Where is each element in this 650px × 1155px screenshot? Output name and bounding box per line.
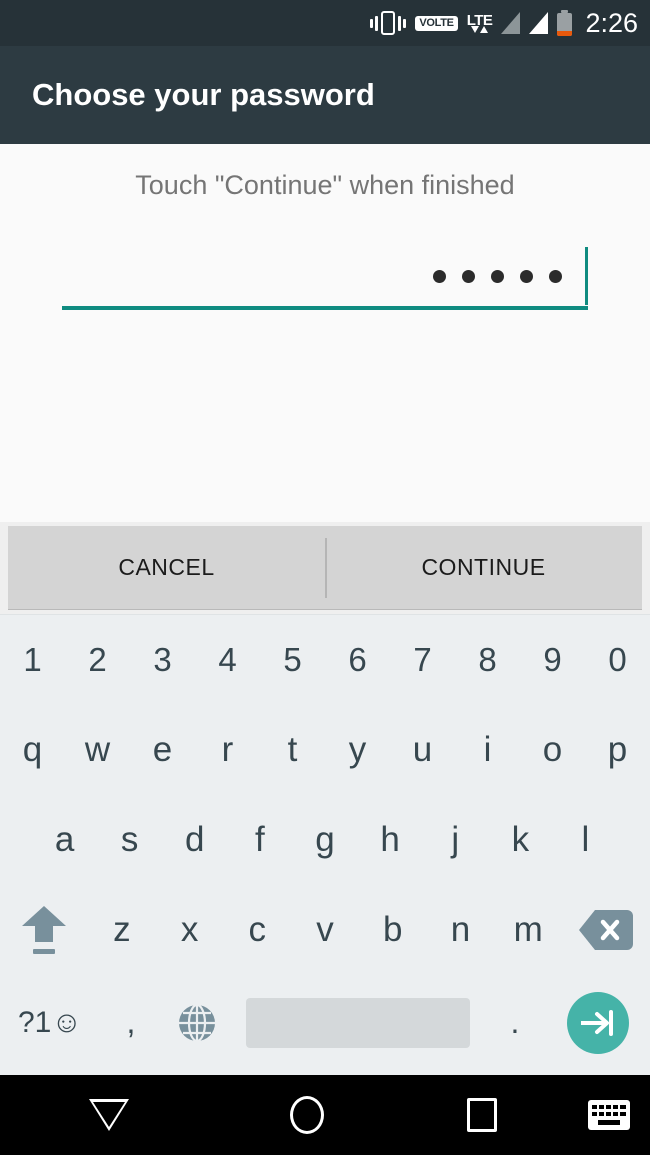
key-v[interactable]: v xyxy=(291,885,359,975)
key-7[interactable]: 7 xyxy=(390,615,455,705)
action-bar: CANCEL CONTINUE xyxy=(0,522,650,614)
comma-key[interactable]: , xyxy=(100,975,162,1070)
key-0[interactable]: 0 xyxy=(585,615,650,705)
keyboard-row-bottom: ?1☺ , . xyxy=(0,975,650,1070)
key-p[interactable]: p xyxy=(585,705,650,795)
key-5[interactable]: 5 xyxy=(260,615,325,705)
back-icon xyxy=(88,1099,129,1131)
lte-icon: LTE xyxy=(467,13,493,33)
key-a[interactable]: a xyxy=(32,795,97,885)
data-arrows-icon xyxy=(471,26,489,33)
key-l[interactable]: l xyxy=(553,795,618,885)
symbols-key[interactable]: ?1☺ xyxy=(0,975,100,1070)
key-n[interactable]: n xyxy=(427,885,495,975)
key-q[interactable]: q xyxy=(0,705,65,795)
key-d[interactable]: d xyxy=(162,795,227,885)
keyboard-icon xyxy=(587,1100,630,1130)
key-1[interactable]: 1 xyxy=(0,615,65,705)
language-key[interactable] xyxy=(162,975,232,1070)
password-dot xyxy=(491,269,504,283)
key-f[interactable]: f xyxy=(227,795,292,885)
home-icon xyxy=(290,1096,324,1134)
system-navigation-bar xyxy=(0,1075,650,1155)
app-header: Choose your password xyxy=(0,46,650,144)
password-dot xyxy=(520,269,533,283)
keyboard-row-zxcv: z x c v b n m xyxy=(0,885,650,975)
shift-icon xyxy=(22,906,66,942)
content-area: Touch "Continue" when finished xyxy=(0,144,650,522)
password-dot xyxy=(433,269,446,283)
key-c[interactable]: c xyxy=(223,885,291,975)
key-8[interactable]: 8 xyxy=(455,615,520,705)
globe-icon xyxy=(179,1003,215,1042)
input-underline xyxy=(62,306,588,310)
shift-key[interactable] xyxy=(0,885,88,975)
key-2[interactable]: 2 xyxy=(65,615,130,705)
button-divider xyxy=(325,538,327,598)
key-r[interactable]: r xyxy=(195,705,260,795)
space-bar xyxy=(246,997,470,1048)
space-key[interactable] xyxy=(232,975,484,1070)
phone-screen: VOLTE LTE 2:26 Choose your password Touc… xyxy=(0,0,650,1155)
key-6[interactable]: 6 xyxy=(325,615,390,705)
password-masked-dots xyxy=(433,247,588,305)
shift-underline xyxy=(33,949,55,954)
signal-icon-sim2 xyxy=(529,12,549,34)
period-key[interactable]: . xyxy=(484,975,546,1070)
instruction-text: Touch "Continue" when finished xyxy=(135,170,515,200)
enter-next-icon xyxy=(581,1009,613,1036)
key-y[interactable]: y xyxy=(325,705,390,795)
key-b[interactable]: b xyxy=(359,885,427,975)
backspace-key[interactable] xyxy=(562,885,650,975)
nav-recents-button[interactable] xyxy=(397,1075,567,1155)
key-g[interactable]: g xyxy=(292,795,357,885)
vibrate-icon xyxy=(370,11,407,35)
nav-back-button[interactable] xyxy=(0,1075,217,1155)
nav-home-button[interactable] xyxy=(217,1075,397,1155)
password-input[interactable] xyxy=(62,240,588,310)
key-s[interactable]: s xyxy=(97,795,162,885)
key-z[interactable]: z xyxy=(88,885,156,975)
page-title: Choose your password xyxy=(32,77,375,112)
battery-icon xyxy=(557,10,573,36)
key-i[interactable]: i xyxy=(455,705,520,795)
key-u[interactable]: u xyxy=(390,705,455,795)
key-4[interactable]: 4 xyxy=(195,615,260,705)
recents-icon xyxy=(467,1098,497,1132)
key-j[interactable]: j xyxy=(423,795,488,885)
nav-keyboard-button[interactable] xyxy=(567,1075,650,1155)
on-screen-keyboard: 1 2 3 4 5 6 7 8 9 0 q w e r t y u i o p … xyxy=(0,614,650,1075)
password-dot xyxy=(549,269,562,283)
password-dot xyxy=(462,269,475,283)
volte-icon: VOLTE xyxy=(415,15,458,31)
keyboard-row-qwerty: q w e r t y u i o p xyxy=(0,705,650,795)
key-e[interactable]: e xyxy=(130,705,195,795)
key-t[interactable]: t xyxy=(260,705,325,795)
key-k[interactable]: k xyxy=(488,795,553,885)
key-9[interactable]: 9 xyxy=(520,615,585,705)
enter-key[interactable] xyxy=(546,975,650,1070)
status-bar-clock: 2:26 xyxy=(585,7,638,38)
cancel-button[interactable]: CANCEL xyxy=(8,526,325,610)
keyboard-row-asdf: a s d f g h j k l xyxy=(0,795,650,885)
status-bar: VOLTE LTE 2:26 xyxy=(0,0,650,46)
continue-button[interactable]: CONTINUE xyxy=(325,526,642,610)
key-o[interactable]: o xyxy=(520,705,585,795)
key-3[interactable]: 3 xyxy=(130,615,195,705)
text-cursor xyxy=(585,247,588,305)
symbols-key-label: ?1☺ xyxy=(18,1005,82,1039)
key-w[interactable]: w xyxy=(65,705,130,795)
key-x[interactable]: x xyxy=(156,885,224,975)
signal-icon-sim1 xyxy=(501,12,521,34)
key-h[interactable]: h xyxy=(358,795,423,885)
keyboard-row-numbers: 1 2 3 4 5 6 7 8 9 0 xyxy=(0,615,650,705)
key-m[interactable]: m xyxy=(494,885,562,975)
backspace-icon xyxy=(579,910,634,950)
